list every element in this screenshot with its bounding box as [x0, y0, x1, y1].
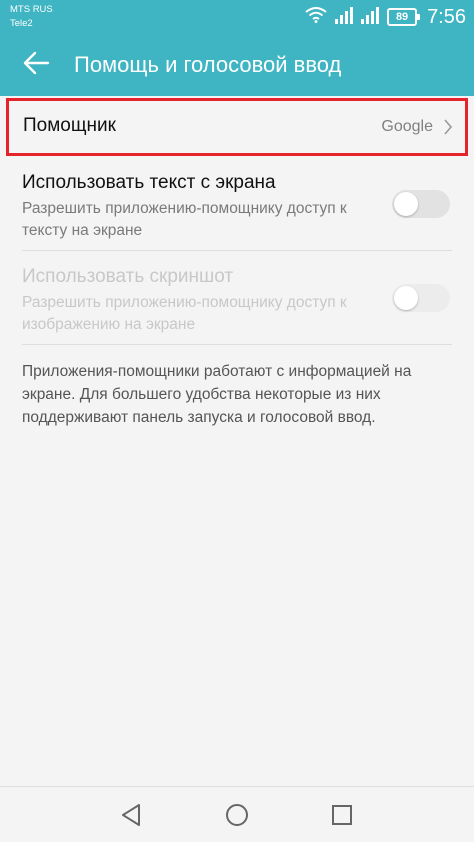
chevron-right-icon: [443, 118, 453, 140]
wifi-icon: [305, 7, 327, 27]
status-bar: MTS RUS Tele2 89 7:56: [0, 0, 474, 34]
assistant-label: Помощник: [23, 115, 116, 136]
back-triangle-icon[interactable]: [117, 801, 145, 829]
screen-text-toggle[interactable]: [392, 190, 450, 218]
assistant-value: Google: [381, 118, 433, 135]
back-button[interactable]: [18, 48, 54, 82]
assistant-setting-row[interactable]: Помощник Google: [6, 98, 468, 156]
setting-subtitle: Разрешить приложению-помощнику доступ к …: [22, 200, 347, 239]
navigation-bar: [0, 786, 474, 842]
status-time: 7:56: [427, 5, 466, 28]
carrier-1: MTS RUS: [10, 4, 53, 15]
setting-use-screen-text[interactable]: Использовать текст с экрана Разрешить пр…: [0, 168, 474, 248]
status-icons: 89 7:56: [305, 5, 466, 29]
divider: [22, 250, 452, 251]
page-title: Помощь и голосовой ввод: [74, 52, 342, 77]
app-bar: Помощь и голосовой ввод: [0, 34, 474, 96]
signal-icon: [361, 6, 380, 28]
setting-use-screenshot: Использовать скриншот Разрешить приложен…: [0, 262, 474, 342]
carrier-names: MTS RUS Tele2: [10, 3, 53, 31]
setting-title: Использовать текст с экрана: [22, 172, 276, 193]
info-text: Приложения-помощники работают с информац…: [22, 363, 412, 426]
setting-title: Использовать скриншот: [22, 266, 234, 287]
arrow-left-icon: [22, 51, 50, 79]
setting-subtitle: Разрешить приложению-помощнику доступ к …: [22, 294, 347, 333]
battery-level: 89: [395, 11, 409, 23]
divider: [22, 344, 452, 345]
home-circle-icon[interactable]: [223, 801, 251, 829]
screenshot-toggle: [392, 284, 450, 312]
carrier-2: Tele2: [10, 18, 33, 29]
toggle-knob: [394, 286, 418, 310]
signal-icon: [335, 6, 354, 28]
toggle-knob: [394, 192, 418, 216]
recents-square-icon[interactable]: [328, 801, 356, 829]
battery-icon: 89: [387, 8, 421, 26]
